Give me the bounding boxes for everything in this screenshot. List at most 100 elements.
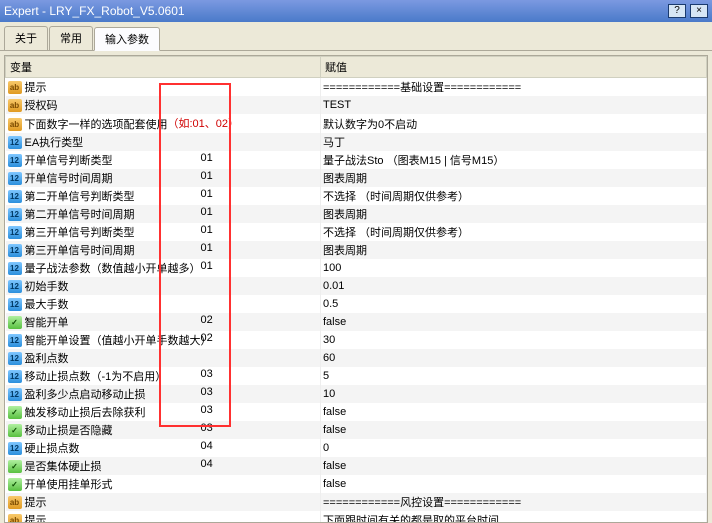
tab-common[interactable]: 常用 [49,26,93,50]
table-row[interactable]: ✓是否集体硬止损04false [6,457,707,475]
cell-variable[interactable]: 12第二开单信号时间周期01 [6,205,321,223]
cell-value[interactable]: 60 [321,349,707,367]
cell-value[interactable]: 5 [321,367,707,385]
cell-value[interactable]: 不选择 （时间周期仅供参考） [321,223,707,241]
cell-variable[interactable]: 12开单信号时间周期01 [6,169,321,187]
number-icon: 12 [8,208,22,221]
table-row[interactable]: ✓触发移动止损后去除获利03false [6,403,707,421]
table-row[interactable]: ✓智能开单02false [6,313,707,331]
cell-value[interactable]: 下面跟时间有关的都是取的平台时间 [321,511,707,523]
close-button[interactable]: × [690,4,708,18]
cell-variable[interactable]: ab提示 [6,511,321,523]
cell-variable[interactable]: ab提示 [6,78,321,97]
table-row[interactable]: 12智能开单设置（值越小开单手数越大）0230 [6,331,707,349]
cell-variable[interactable]: 12盈利点数 [6,349,321,367]
col-header-variable[interactable]: 变量 [6,57,321,78]
cell-variable[interactable]: ab下面数字一样的选项配套使用（如:01、02） [6,114,321,133]
cell-value[interactable]: false [321,403,707,421]
table-row[interactable]: 12第三开单信号判断类型01不选择 （时间周期仅供参考） [6,223,707,241]
table-row[interactable]: 12EA执行类型马丁 [6,133,707,151]
cell-value[interactable]: 量子战法Sto （图表M15 | 信号M15） [321,151,707,169]
table-row[interactable]: ✓开单使用挂单形式false [6,475,707,493]
cell-variable[interactable]: ✓是否集体硬止损04 [6,457,321,475]
cell-value[interactable]: 0.5 [321,295,707,313]
table-row[interactable]: 12开单信号判断类型01量子战法Sto （图表M15 | 信号M15） [6,151,707,169]
variable-code: 02 [201,314,213,326]
cell-value[interactable]: TEST [321,96,707,114]
cell-variable[interactable]: ab授权码 [6,96,321,114]
variable-name: 移动止损是否隐藏 [25,422,113,438]
variable-name: 智能开单 [25,314,69,330]
cell-variable[interactable]: 12盈利多少点启动移动止损03 [6,385,321,403]
cell-variable[interactable]: 12EA执行类型 [6,133,321,151]
cell-variable[interactable]: ✓移动止损是否隐藏03 [6,421,321,439]
col-header-value[interactable]: 赋值 [321,57,707,78]
table-row[interactable]: 12初始手数0.01 [6,277,707,295]
variable-name: 第三开单信号时间周期 [25,242,135,258]
cell-value[interactable]: false [321,475,707,493]
variable-name: 提示 [25,79,47,95]
variable-name: 开单使用挂单形式 [25,476,113,492]
variable-name: 开单信号时间周期 [25,170,113,186]
table-row[interactable]: 12第二开单信号判断类型01不选择 （时间周期仅供参考） [6,187,707,205]
table-row[interactable]: 12盈利多少点启动移动止损0310 [6,385,707,403]
cell-variable[interactable]: 12第三开单信号时间周期01 [6,241,321,259]
cell-value[interactable]: false [321,421,707,439]
cell-variable[interactable]: 12硬止损点数04 [6,439,321,457]
cell-value[interactable]: 10 [321,385,707,403]
cell-variable[interactable]: ✓触发移动止损后去除获利03 [6,403,321,421]
string-icon: ab [8,99,22,112]
table-row[interactable]: ab提示============风控设置============ [6,493,707,511]
table-row[interactable]: 12量子战法参数（数值越小开单越多）01100 [6,259,707,277]
variable-code: 03 [201,404,213,416]
cell-variable[interactable]: 12第二开单信号判断类型01 [6,187,321,205]
cell-value[interactable]: 30 [321,331,707,349]
variable-name: 下面数字一样的选项配套使用 [25,116,168,132]
tab-inputs[interactable]: 输入参数 [94,27,160,51]
table-row[interactable]: ab提示下面跟时间有关的都是取的平台时间 [6,511,707,523]
cell-variable[interactable]: 12最大手数 [6,295,321,313]
cell-value[interactable]: 图表周期 [321,205,707,223]
variable-name: 盈利点数 [25,350,69,366]
number-icon: 12 [8,352,22,365]
cell-variable[interactable]: ✓智能开单02 [6,313,321,331]
table-row[interactable]: 12盈利点数60 [6,349,707,367]
table-row[interactable]: 12开单信号时间周期01图表周期 [6,169,707,187]
variable-name: 开单信号判断类型 [25,152,113,168]
table-row[interactable]: 12第二开单信号时间周期01图表周期 [6,205,707,223]
cell-variable[interactable]: 12开单信号判断类型01 [6,151,321,169]
cell-variable[interactable]: 12量子战法参数（数值越小开单越多）01 [6,259,321,277]
variable-name: 移动止损点数（-1为不启用） [25,368,167,384]
cell-value[interactable]: 图表周期 [321,241,707,259]
table-row[interactable]: 12最大手数0.5 [6,295,707,313]
table-row[interactable]: ab下面数字一样的选项配套使用（如:01、02）默认数字为0不启动 [6,114,707,133]
cell-variable[interactable]: 12初始手数 [6,277,321,295]
cell-value[interactable]: 0 [321,439,707,457]
cell-value[interactable]: 马丁 [321,133,707,151]
cell-value[interactable]: 图表周期 [321,169,707,187]
cell-value[interactable]: ============基础设置============ [321,78,707,97]
table-row[interactable]: ab授权码TEST [6,96,707,114]
cell-value[interactable]: 默认数字为0不启动 [321,114,707,133]
cell-variable[interactable]: 12第三开单信号判断类型01 [6,223,321,241]
table-row[interactable]: 12移动止损点数（-1为不启用）035 [6,367,707,385]
cell-variable[interactable]: 12智能开单设置（值越小开单手数越大）02 [6,331,321,349]
cell-variable[interactable]: 12移动止损点数（-1为不启用）03 [6,367,321,385]
table-row[interactable]: 12硬止损点数040 [6,439,707,457]
cell-value[interactable]: 0.01 [321,277,707,295]
cell-value[interactable]: 100 [321,259,707,277]
cell-variable[interactable]: ab提示 [6,493,321,511]
cell-value[interactable]: false [321,313,707,331]
variable-code: 01 [201,224,213,236]
table-row[interactable]: 12第三开单信号时间周期01图表周期 [6,241,707,259]
table-row[interactable]: ✓移动止损是否隐藏03false [6,421,707,439]
cell-value[interactable]: 不选择 （时间周期仅供参考） [321,187,707,205]
table-row[interactable]: ab提示============基础设置============ [6,78,707,97]
cell-value[interactable]: ============风控设置============ [321,493,707,511]
cell-value[interactable]: false [321,457,707,475]
variable-name: 触发移动止损后去除获利 [25,404,146,420]
tab-about[interactable]: 关于 [4,26,48,50]
help-button[interactable]: ? [668,4,686,18]
cell-variable[interactable]: ✓开单使用挂单形式 [6,475,321,493]
variable-code: 03 [201,368,213,380]
